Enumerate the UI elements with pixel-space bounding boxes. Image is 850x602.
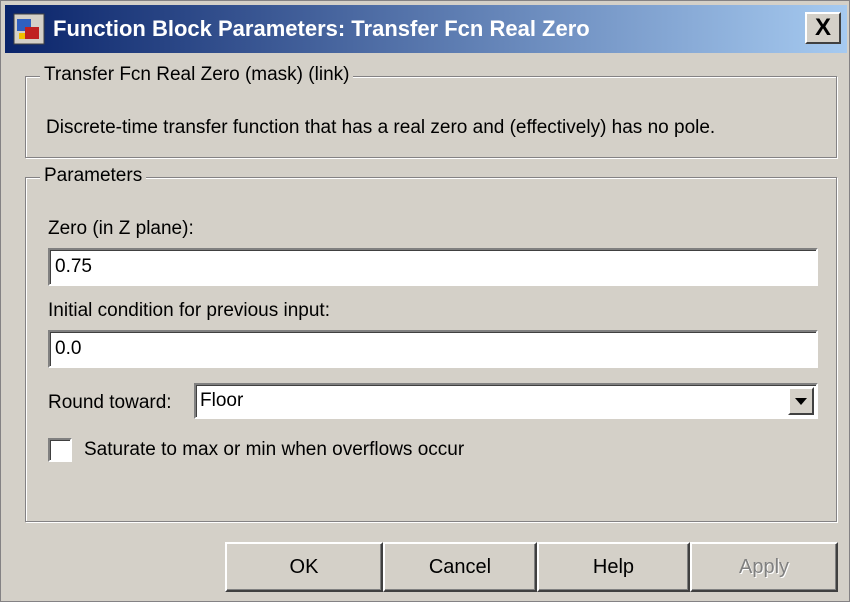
dialog-window: Function Block Parameters: Transfer Fcn … xyxy=(0,0,850,602)
saturate-label: Saturate to max or min when overflows oc… xyxy=(84,439,465,460)
cancel-button[interactable]: Cancel xyxy=(383,542,537,592)
initial-condition-label: Initial condition for previous input: xyxy=(48,300,330,321)
parameters-group: Parameters Zero (in Z plane): 0.75 Initi… xyxy=(25,165,837,522)
saturate-checkbox[interactable] xyxy=(48,438,72,462)
apply-button[interactable]: Apply xyxy=(690,542,838,592)
round-toward-select[interactable]: Floor xyxy=(194,383,818,419)
close-button[interactable]: X xyxy=(805,12,841,44)
initial-condition-input[interactable]: 0.0 xyxy=(48,330,818,368)
simulink-block-icon xyxy=(13,13,45,45)
ok-button[interactable]: OK xyxy=(225,542,383,592)
close-icon: X xyxy=(814,14,831,41)
description-group: Transfer Fcn Real Zero (mask) (link) Dis… xyxy=(25,64,837,158)
description-legend: Transfer Fcn Real Zero (mask) (link) xyxy=(40,64,354,86)
description-text: Discrete-time transfer function that has… xyxy=(46,117,716,138)
help-button[interactable]: Help xyxy=(537,542,690,592)
zero-label: Zero (in Z plane): xyxy=(48,218,194,239)
parameters-legend: Parameters xyxy=(40,165,147,187)
chevron-down-icon[interactable] xyxy=(788,387,814,415)
round-toward-label: Round toward: xyxy=(48,392,172,413)
title-bar[interactable]: Function Block Parameters: Transfer Fcn … xyxy=(5,5,847,53)
window-title: Function Block Parameters: Transfer Fcn … xyxy=(53,16,590,41)
zero-input[interactable]: 0.75 xyxy=(48,248,818,286)
round-toward-value: Floor xyxy=(200,390,244,411)
